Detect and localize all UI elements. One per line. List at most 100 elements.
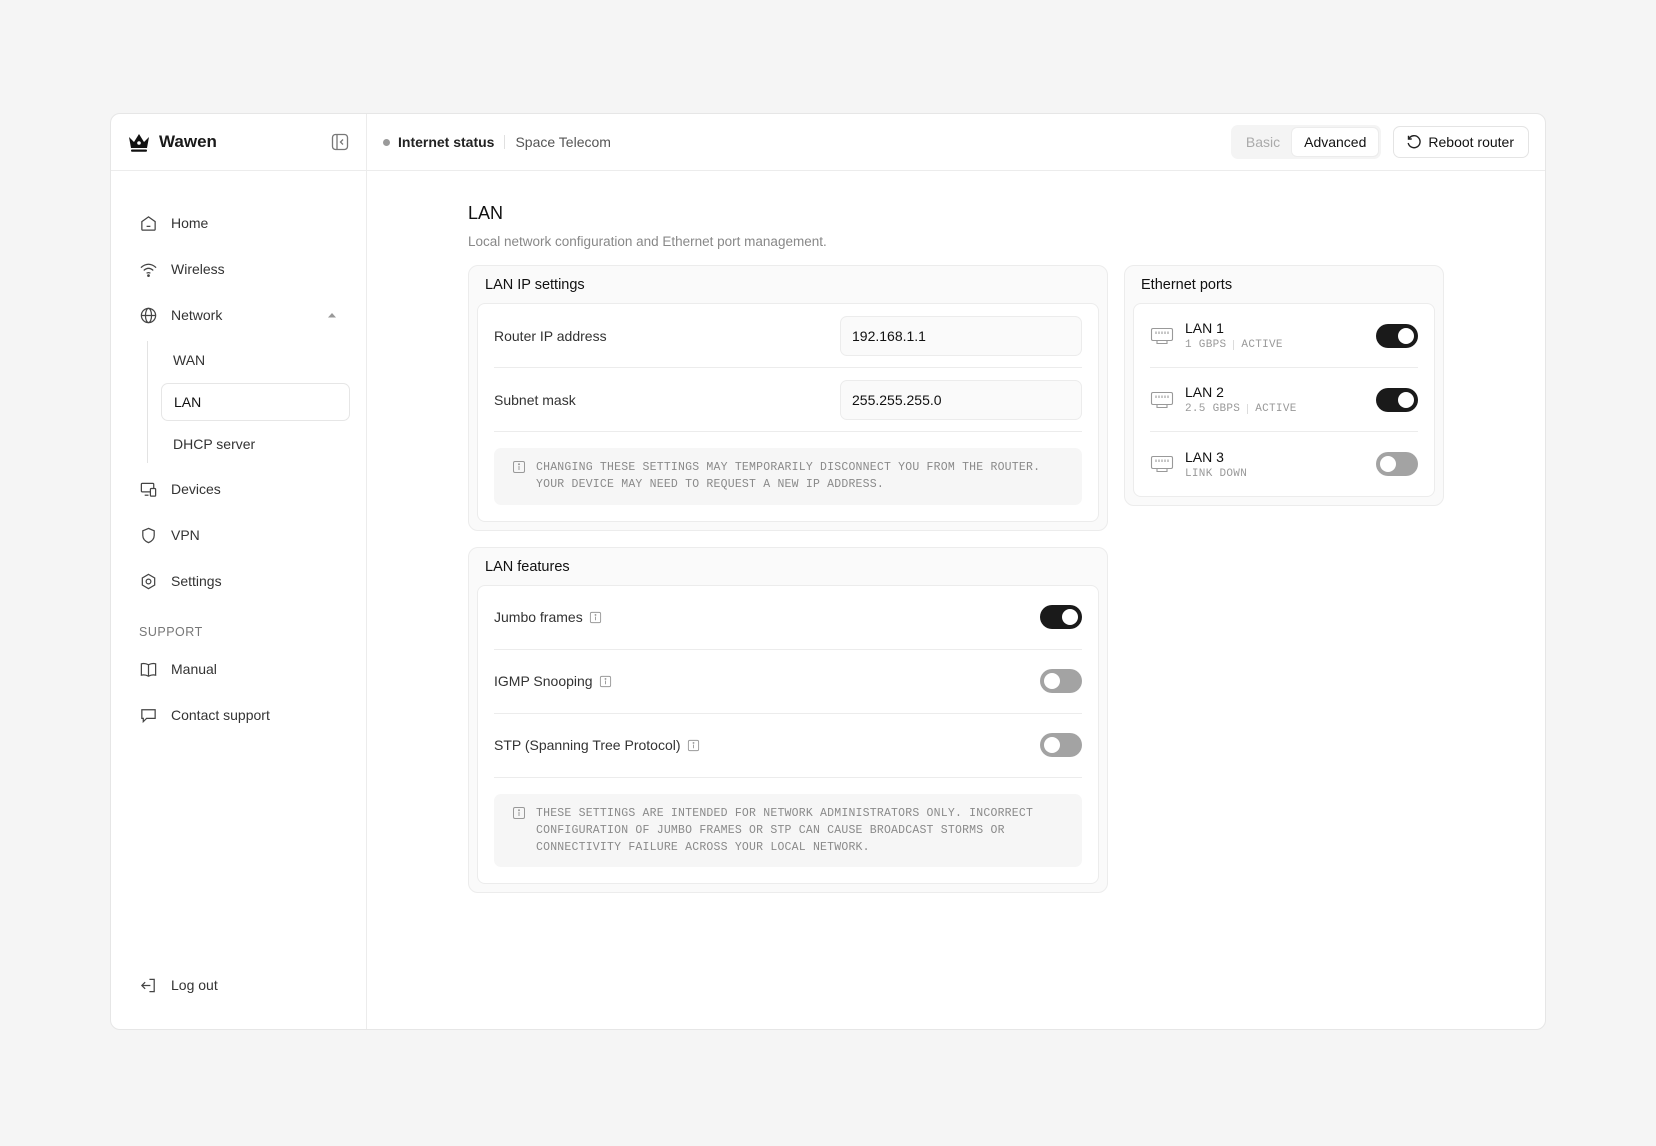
sidebar-item-label: Home [171, 215, 209, 231]
card-body: Jumbo frames IGMP Snooping STP (Spanning… [477, 584, 1099, 885]
sidebar-item-settings[interactable]: Settings [127, 561, 350, 601]
chat-icon [141, 708, 156, 723]
sidebar-item-wireless[interactable]: Wireless [127, 249, 350, 289]
port-info: LAN 3 LINK DOWN [1185, 449, 1376, 480]
sidebar-item-label: Manual [171, 661, 217, 677]
router-ip-input[interactable] [840, 315, 1082, 356]
info-icon[interactable] [687, 739, 700, 752]
info-icon[interactable] [599, 675, 612, 688]
port-info: LAN 2 2.5 GBPS ACTIVE [1185, 384, 1376, 415]
lan2-toggle[interactable] [1376, 387, 1418, 412]
igmp-snooping-label: IGMP Snooping [494, 673, 593, 689]
logout-label: Log out [171, 977, 218, 993]
port-meta: LINK DOWN [1185, 468, 1376, 480]
port-name: LAN 3 [1185, 448, 1224, 465]
settings-icon [141, 573, 156, 589]
sidebar-item-network[interactable]: Network [127, 295, 350, 335]
home-icon [141, 215, 156, 231]
port-meta: 1 GBPS ACTIVE [1185, 339, 1376, 351]
sidebar-item-vpn[interactable]: VPN [127, 515, 350, 555]
ethernet-port-icon [1150, 455, 1174, 473]
lan1-toggle[interactable] [1376, 323, 1418, 348]
subnet-mask-input[interactable] [840, 379, 1082, 420]
network-subnav: WAN LAN DHCP server [147, 341, 350, 463]
brand-name: Wawen [159, 132, 217, 151]
info-icon [513, 461, 525, 473]
page-title: LAN [468, 203, 504, 223]
port-row-lan3: LAN 3 LINK DOWN [1150, 432, 1418, 496]
lan-ip-settings-card: LAN IP settings Router IP address Subnet… [468, 265, 1108, 531]
reboot-router-button[interactable]: Reboot router [1393, 126, 1529, 158]
reboot-router-label: Reboot router [1428, 134, 1514, 150]
lan-features-notice: THESE SETTINGS ARE INTENDED FOR NETWORK … [494, 793, 1082, 868]
logout-button[interactable]: Log out [127, 965, 350, 1005]
stp-label: STP (Spanning Tree Protocol) [494, 737, 681, 753]
info-icon[interactable] [589, 611, 602, 624]
port-name: LAN 1 [1185, 320, 1224, 336]
port-state: ACTIVE [1241, 339, 1283, 351]
port-speed: 2.5 GBPS [1185, 403, 1241, 415]
sidebar-item-label: Network [171, 307, 223, 323]
subnet-mask-row: Subnet mask [494, 368, 1082, 432]
sidebar-item-dhcp-server[interactable]: DHCP server [161, 425, 350, 463]
lan-ip-notice: CHANGING THESE SETTINGS MAY TEMPORARILY … [494, 448, 1082, 505]
card-body: LAN 1 1 GBPS ACTIVE LAN 2 2.5 GBPS ACTIV… [1133, 303, 1435, 497]
sidebar-item-home[interactable]: Home [127, 203, 350, 243]
port-info: LAN 1 1 GBPS ACTIVE [1185, 320, 1376, 351]
collapse-sidebar-icon[interactable] [330, 132, 350, 152]
page-subtitle: Local network configuration and Ethernet… [468, 234, 827, 249]
card-title: Ethernet ports [1141, 277, 1233, 293]
internet-status-label[interactable]: Internet status [398, 134, 494, 150]
sidebar-item-devices[interactable]: Devices [127, 469, 350, 509]
topbar-divider [504, 135, 506, 149]
main-area: Internet status Space Telecom Basic Adva… [367, 114, 1545, 1029]
ethernet-port-icon [1150, 391, 1174, 408]
stp-toggle[interactable] [1040, 733, 1082, 757]
jumbo-frames-toggle[interactable] [1040, 605, 1082, 629]
logout-section: Log out [127, 965, 350, 1011]
mode-switch: Basic Advanced [1230, 125, 1382, 159]
isp-name: Space Telecom [515, 134, 611, 150]
sidebar: Wawen Home Wireless Network WAN LAN DHCP… [111, 114, 367, 1029]
info-icon [513, 806, 525, 819]
sidebar-item-label: Wireless [171, 261, 225, 277]
router-ip-label: Router IP address [494, 327, 607, 344]
devices-icon [140, 482, 157, 497]
sidebar-item-label: Settings [171, 573, 222, 589]
refresh-icon [1407, 135, 1422, 149]
content-columns: LAN IP settings Router IP address Subnet… [468, 265, 1545, 909]
sidebar-item-wan[interactable]: WAN [161, 341, 350, 379]
feature-label: STP (Spanning Tree Protocol) [494, 737, 1040, 753]
port-name: LAN 2 [1185, 384, 1224, 400]
wifi-icon [140, 263, 157, 277]
port-row-lan1: LAN 1 1 GBPS ACTIVE [1150, 304, 1418, 368]
globe-icon [140, 307, 157, 323]
chevron-up-icon[interactable] [326, 309, 338, 321]
topbar: Internet status Space Telecom Basic Adva… [367, 114, 1545, 171]
sidebar-item-manual[interactable]: Manual [127, 649, 350, 689]
port-state: LINK DOWN [1185, 467, 1248, 480]
sidebar-nav: Home Wireless Network WAN LAN DHCP serve… [111, 171, 366, 741]
igmp-snooping-row: IGMP Snooping [494, 650, 1082, 714]
app-window: Wawen Home Wireless Network WAN LAN DHCP… [110, 113, 1546, 1030]
mode-advanced-button[interactable]: Advanced [1292, 128, 1379, 156]
support-section-label: SUPPORT [139, 625, 203, 639]
notice-text: CHANGING THESE SETTINGS MAY TEMPORARILY … [536, 461, 1041, 492]
igmp-snooping-toggle[interactable] [1040, 669, 1082, 693]
lan-features-card: LAN features Jumbo frames IGMP Snooping … [468, 546, 1108, 894]
jumbo-frames-label: Jumbo frames [494, 609, 583, 625]
port-meta: 2.5 GBPS ACTIVE [1185, 403, 1376, 415]
feature-label: IGMP Snooping [494, 673, 1040, 689]
book-icon [140, 662, 157, 677]
notice-text: THESE SETTINGS ARE INTENDED FOR NETWORK … [536, 806, 1034, 855]
lan3-toggle[interactable] [1376, 452, 1418, 476]
ethernet-port-icon [1150, 327, 1174, 344]
feature-label: Jumbo frames [494, 609, 1040, 625]
sidebar-item-contact-support[interactable]: Contact support [127, 695, 350, 735]
mode-basic-button[interactable]: Basic [1234, 128, 1292, 156]
port-row-lan2: LAN 2 2.5 GBPS ACTIVE [1150, 368, 1418, 432]
crown-logo-icon [129, 134, 149, 152]
sidebar-item-lan[interactable]: LAN [161, 383, 350, 421]
page-content: LAN Local network configuration and Ethe… [367, 171, 1545, 909]
card-title: LAN IP settings [485, 277, 585, 293]
